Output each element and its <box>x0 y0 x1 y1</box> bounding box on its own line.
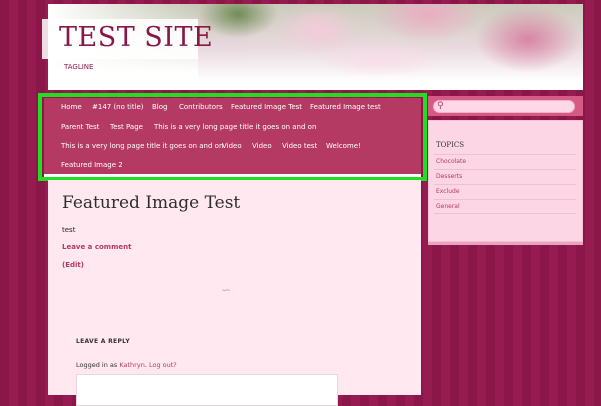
logged-in-prefix: Logged in as <box>76 361 118 369</box>
post-body: test <box>62 226 76 234</box>
category-link-desserts[interactable]: Desserts <box>436 173 462 180</box>
nav-item-video-2[interactable]: Video <box>252 142 272 150</box>
nav-item-home[interactable]: Home <box>61 103 82 111</box>
category-divider <box>434 169 576 170</box>
nav-item-contributors[interactable]: Contributors <box>179 103 223 111</box>
nav-bottom-border <box>44 174 421 177</box>
header-flower-image <box>198 4 583 90</box>
divider-ornament-icon: ∽ <box>221 283 232 297</box>
nav-item-featured-image-test-lower[interactable]: Featured Image test <box>310 103 381 111</box>
nav-item-parent-test[interactable]: Parent Test <box>61 123 99 131</box>
nav-item-blog[interactable]: Blog <box>152 103 167 111</box>
widget-title: TOPICS <box>436 141 465 149</box>
site-title[interactable]: TEST SITE <box>59 22 213 53</box>
leave-comment-link[interactable]: Leave a comment <box>62 243 131 251</box>
site-tagline: TAGLINE <box>64 63 94 71</box>
category-divider <box>434 154 576 155</box>
search-input[interactable] <box>433 100 575 113</box>
nav-item-video-test[interactable]: Video test <box>282 142 317 150</box>
comment-textarea[interactable] <box>76 374 338 406</box>
nav-item-147-no-title[interactable]: #147 (no title) <box>92 103 144 111</box>
nav-item-featured-image-test[interactable]: Featured Image Test <box>231 103 302 111</box>
reply-heading: LEAVE A REPLY <box>76 338 130 345</box>
user-link[interactable]: Kathryn <box>119 361 144 369</box>
topics-widget <box>428 120 583 242</box>
category-link-general[interactable]: General <box>436 203 460 210</box>
nav-item-long-title-1[interactable]: This is a very long page title it goes o… <box>154 123 316 131</box>
nav-item-featured-image-2[interactable]: Featured Image 2 <box>61 161 123 169</box>
category-divider <box>434 213 576 214</box>
post-title: Featured Image Test <box>62 193 241 213</box>
search-icon: ⚲ <box>437 101 444 111</box>
nav-item-test-page[interactable]: Test Page <box>110 123 143 131</box>
nav-item-long-title-2[interactable]: This is a very long page title it goes o… <box>61 142 223 150</box>
edit-link[interactable]: (Edit) <box>62 261 84 269</box>
category-divider <box>434 184 576 185</box>
category-divider <box>434 199 576 200</box>
nav-item-video-1[interactable]: Video <box>222 142 242 150</box>
nav-item-welcome[interactable]: Welcome! <box>326 142 361 150</box>
logged-in-notice: Logged in as Kathryn. Log out? <box>76 361 177 369</box>
category-link-chocolate[interactable]: Chocolate <box>436 158 466 165</box>
category-link-exclude[interactable]: Exclude <box>436 188 460 195</box>
widget-bottom-border <box>428 242 583 245</box>
logout-link[interactable]: Log out? <box>149 361 177 369</box>
